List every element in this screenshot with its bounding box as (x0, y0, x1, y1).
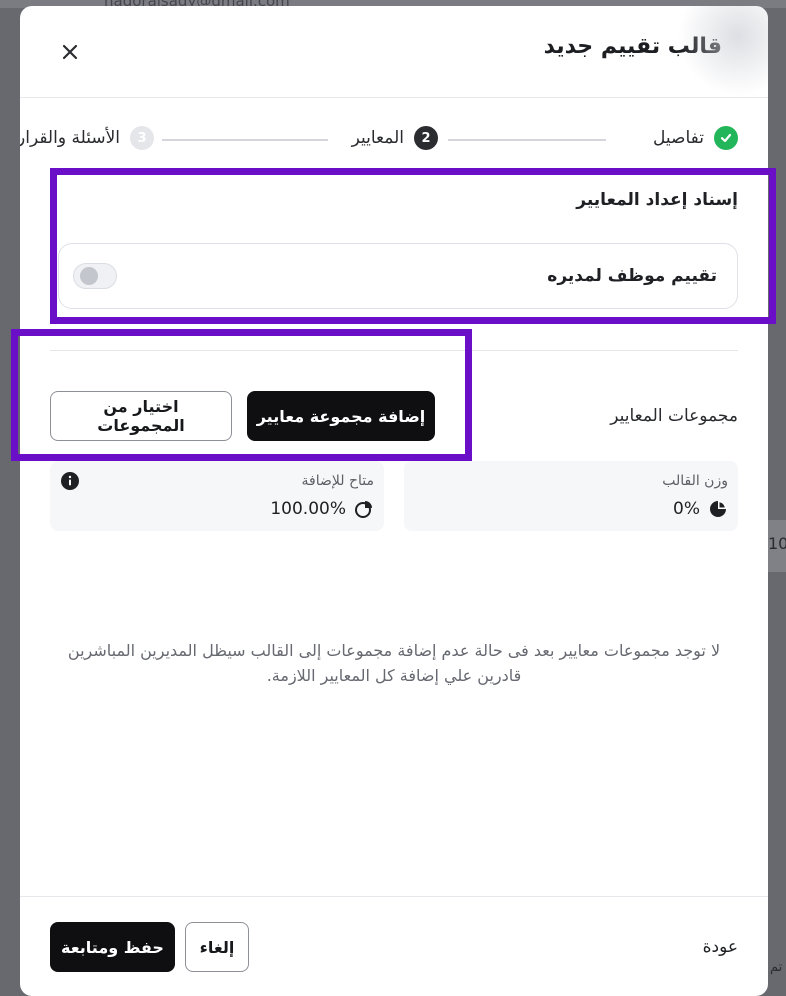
info-icon[interactable] (60, 471, 80, 491)
available-row: 100.00% (270, 499, 374, 519)
pie-chart-outline-icon (355, 501, 372, 518)
empty-groups-message: لا توجد مجموعات معايير بعد فى حالة عدم إ… (67, 641, 721, 685)
modal-title: قالب تقييم جديد (543, 34, 722, 59)
section-divider (50, 350, 738, 351)
pie-chart-icon (710, 500, 727, 517)
step-label: الأسئلة والقرارات (20, 128, 120, 148)
stepper-connector (448, 139, 606, 141)
step-details[interactable]: تفاصيل (653, 126, 738, 150)
template-weight-card: وزن القالب 0% (404, 461, 738, 531)
modal-footer: عودة إلغاء حفظ ومتابعة (20, 896, 768, 996)
toggle-knob (80, 267, 98, 285)
check-icon (714, 126, 738, 150)
step-criteria[interactable]: 2 المعايير (352, 126, 438, 150)
available-card: متاح للإضافة 100.00% (50, 461, 384, 531)
step-questions[interactable]: 3 الأسئلة والقرارات (20, 126, 154, 150)
close-button[interactable] (54, 36, 86, 68)
assignment-section-title: إسناد إعداد المعايير (576, 190, 738, 210)
template-weight-label: وزن القالب (662, 473, 728, 489)
step-label: تفاصيل (653, 128, 704, 148)
add-criteria-group-button[interactable]: إضافة مجموعة معايير (247, 391, 435, 441)
close-icon (62, 44, 78, 60)
template-weight-value: 0% (673, 499, 700, 519)
criteria-groups-title: مجموعات المعايير (610, 406, 738, 426)
manager-evaluation-card: تقييم موظف لمديره (58, 243, 738, 309)
step-label: المعايير (351, 128, 404, 148)
template-weight-row: 0% (673, 499, 728, 519)
save-and-continue-button[interactable]: حفظ ومتابعة (50, 922, 175, 972)
modal-header: قالب تقييم جديد (20, 6, 768, 98)
new-evaluation-template-modal: قالب تقييم جديد تفاصيل 2 المعايير 3 الأس… (20, 6, 768, 996)
cancel-button[interactable]: إلغاء (185, 922, 249, 972)
background-edge-text: 10 (768, 534, 786, 553)
background-edge-text-bottom: تم (770, 960, 783, 975)
stepper-connector (162, 139, 328, 141)
manager-evaluation-label: تقييم موظف لمديره (547, 266, 717, 286)
step-number: 3 (130, 126, 154, 150)
available-label: متاح للإضافة (301, 473, 374, 489)
stepper: تفاصيل 2 المعايير 3 الأسئلة والقرارات (20, 126, 738, 156)
available-value: 100.00% (270, 499, 346, 519)
manager-evaluation-toggle[interactable] (73, 263, 117, 289)
step-number: 2 (414, 126, 438, 150)
choose-from-groups-button[interactable]: اختيار من المجموعات (50, 391, 232, 441)
back-button[interactable]: عودة (703, 937, 738, 957)
